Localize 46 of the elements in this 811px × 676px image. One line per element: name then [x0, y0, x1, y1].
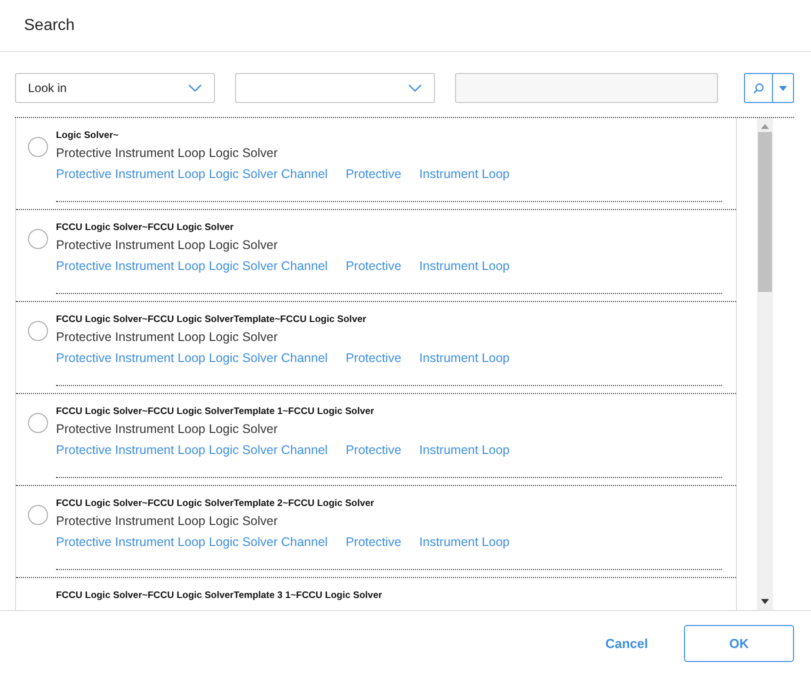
scrollbar[interactable] — [757, 118, 773, 610]
radio-button[interactable] — [28, 229, 48, 249]
result-link[interactable]: Instrument Loop — [419, 259, 510, 273]
ok-button[interactable]: OK — [684, 625, 794, 662]
scroll-up-icon — [761, 124, 769, 129]
radio-button[interactable] — [28, 321, 48, 341]
search-field[interactable] — [455, 73, 718, 103]
result-type: Protective Instrument Loop Logic Solver — [56, 330, 278, 344]
result-link[interactable]: Protective — [346, 443, 402, 457]
result-link[interactable]: Protective — [346, 167, 402, 181]
scroll-down-icon — [761, 599, 769, 604]
result-link[interactable]: Protective Instrument Loop Logic Solver Channel — [56, 535, 328, 549]
result-title: FCCU Logic Solver~FCCU Logic SolverTemplate~FCCU Logic Solver — [56, 314, 368, 325]
result-type: Protective Instrument Loop Logic Solver — [56, 422, 278, 436]
result-link[interactable]: Protective Instrument Loop Logic Solver Channel — [56, 351, 328, 365]
result-link[interactable]: Protective — [346, 259, 402, 273]
result-title: FCCU Logic Solver~FCCU Logic SolverTemplate 3 1~FCCU Logic Solver — [56, 590, 384, 601]
radio-button[interactable] — [28, 505, 48, 525]
result-link[interactable]: Protective Instrument Loop Logic Solver Channel — [56, 443, 328, 457]
result-title: Logic Solver~ — [56, 130, 120, 141]
cancel-button[interactable]: Cancel — [599, 635, 654, 652]
result-link[interactable]: Instrument Loop — [419, 351, 510, 365]
result-title: FCCU Logic Solver~FCCU Logic SolverTemplate 1~FCCU Logic Solver — [56, 406, 376, 417]
result-link[interactable]: Instrument Loop — [419, 535, 510, 549]
dropdown[interactable] — [235, 73, 435, 103]
result-link[interactable]: Protective Instrument Loop Logic Solver Channel — [56, 259, 328, 273]
radio-button[interactable] — [28, 413, 48, 433]
result-type: Protective Instrument Loop Logic Solver — [56, 238, 278, 252]
result-link[interactable]: Protective — [346, 535, 402, 549]
result-title: FCCU Logic Solver~FCCU Logic Solver — [56, 222, 235, 233]
search-button[interactable] — [744, 73, 794, 103]
radio-button[interactable] — [28, 137, 48, 157]
caret-icon — [779, 86, 787, 90]
result-title: FCCU Logic Solver~FCCU Logic SolverTemplate 2~FCCU Logic Solver — [56, 498, 376, 509]
chevron-down-icon — [408, 84, 422, 92]
look-in-dropdown[interactable]: Look in — [15, 73, 215, 103]
window-title: Search — [24, 16, 75, 34]
scrollbar-thumb[interactable] — [758, 132, 772, 292]
result-type: Protective Instrument Loop Logic Solver — [56, 514, 278, 528]
search-icon — [753, 82, 764, 94]
result-type: Protective Instrument Loop Logic Solver — [56, 146, 278, 160]
result-link[interactable]: Instrument Loop — [419, 167, 510, 181]
result-link[interactable]: Protective Instrument Loop Logic Solver Channel — [56, 167, 328, 181]
chevron-down-icon — [188, 84, 202, 92]
result-link[interactable]: Instrument Loop — [419, 443, 510, 457]
result-link[interactable]: Protective — [346, 351, 402, 365]
